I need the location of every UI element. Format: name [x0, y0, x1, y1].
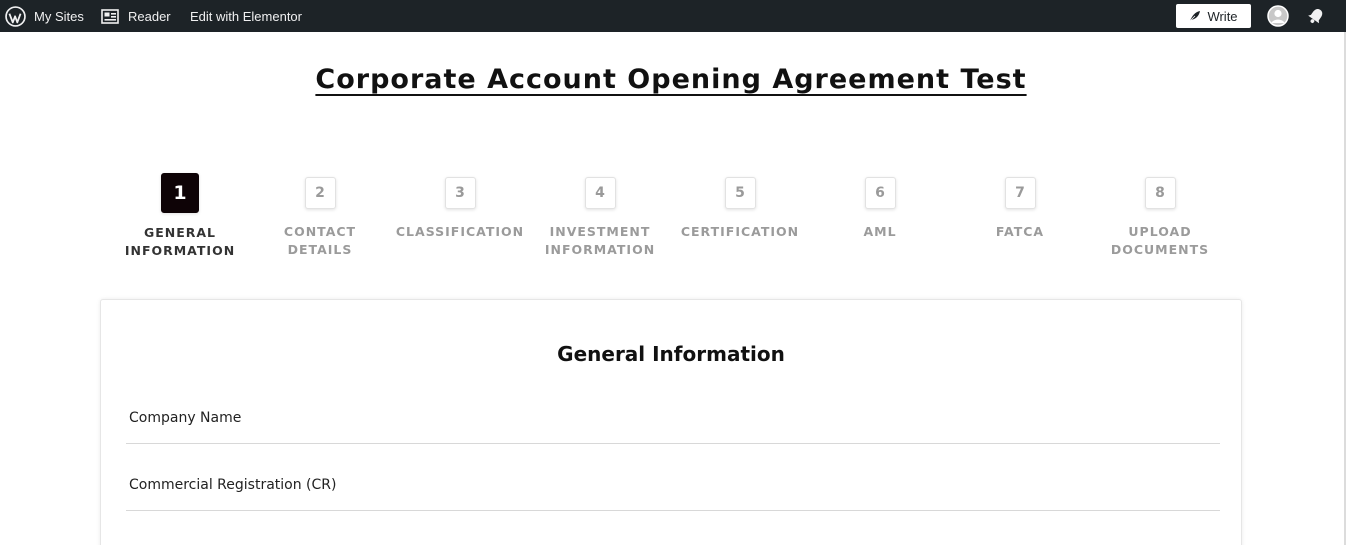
step-number: 2 [304, 177, 336, 209]
step-general-information[interactable]: 1 GENERAL INFORMATION [110, 173, 250, 260]
step-number: 4 [584, 177, 616, 209]
my-sites-label: My Sites [34, 8, 84, 24]
company-name-label: Company Name [129, 410, 242, 426]
commercial-registration-label: Commercial Registration (CR) [129, 477, 337, 493]
step-number: 7 [1004, 177, 1036, 209]
step-number: 5 [724, 177, 756, 209]
step-fatca[interactable]: 7 FATCA [950, 173, 1090, 241]
step-label: CLASSIFICATION [395, 224, 525, 239]
step-label: CERTIFICATION [680, 224, 800, 239]
step-label: INVESTMENT INFORMATION [544, 224, 656, 257]
step-number: 3 [444, 177, 476, 209]
wordpress-logo-icon[interactable] [4, 0, 26, 32]
company-name-field[interactable]: Company Name [126, 394, 1220, 444]
step-label: UPLOAD DOCUMENTS [1110, 224, 1210, 257]
section-title: General Information [557, 342, 785, 366]
page-title-text: Corporate Account Opening Agreement Test [315, 64, 1027, 95]
reader-icon [101, 8, 119, 24]
quill-icon [1189, 10, 1201, 22]
edit-with-elementor-label: Edit with Elementor [190, 8, 302, 24]
commercial-registration-field[interactable]: Commercial Registration (CR) [126, 461, 1220, 511]
my-sites-link[interactable]: My Sites [34, 0, 84, 32]
step-label: CONTACT DETAILS [283, 224, 357, 257]
step-label: FATCA [995, 224, 1045, 239]
write-button[interactable]: Write [1176, 4, 1251, 28]
step-label: GENERAL INFORMATION [124, 225, 236, 258]
write-label: Write [1207, 8, 1238, 24]
reader-link[interactable]: Reader [101, 0, 171, 32]
form-card: General Information Company Name Commerc… [100, 299, 1242, 545]
step-label: AML [863, 224, 897, 239]
step-number: 1 [161, 173, 199, 213]
step-number: 8 [1144, 177, 1176, 209]
step-aml[interactable]: 6 AML [810, 173, 950, 241]
edit-with-elementor-link[interactable]: Edit with Elementor [190, 0, 302, 32]
step-certification[interactable]: 5 CERTIFICATION [670, 173, 810, 241]
step-contact-details[interactable]: 2 CONTACT DETAILS [250, 173, 390, 259]
step-investment-information[interactable]: 4 INVESTMENT INFORMATION [530, 173, 670, 259]
user-avatar[interactable] [1267, 0, 1289, 32]
step-number: 6 [864, 177, 896, 209]
admin-bar: My Sites Reader Edit with Elementor Writ… [0, 0, 1346, 32]
reader-label: Reader [128, 8, 171, 24]
page-title: Corporate Account Opening Agreement Test [0, 64, 1342, 95]
step-upload-documents[interactable]: 8 UPLOAD DOCUMENTS [1090, 173, 1230, 259]
step-classification[interactable]: 3 CLASSIFICATION [390, 173, 530, 241]
notifications-bell-icon[interactable] [1305, 0, 1327, 32]
